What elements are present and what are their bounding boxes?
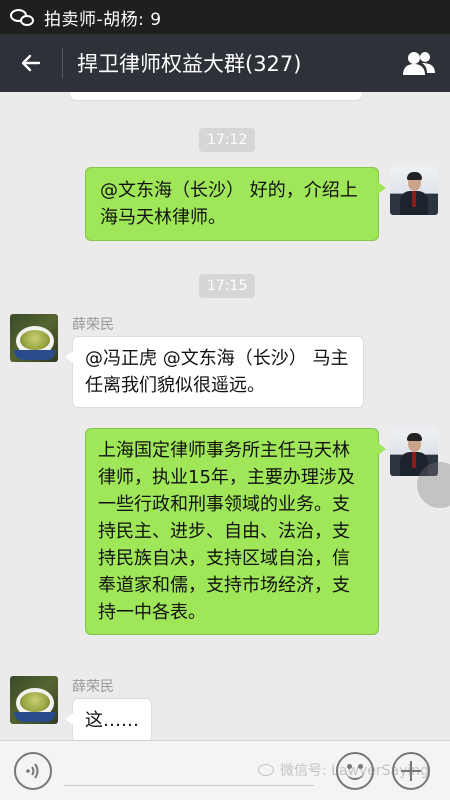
sender-name: 薛荣民: [72, 317, 114, 333]
message-input[interactable]: [64, 785, 314, 786]
emoji-button[interactable]: [336, 752, 374, 790]
timestamp: 17:15: [199, 274, 256, 298]
group-members-button[interactable]: [388, 34, 450, 92]
message-bubble-incoming[interactable]: 这……: [65, 698, 152, 740]
avatar[interactable]: [10, 676, 58, 724]
avatar[interactable]: [10, 314, 58, 362]
message-bubble-incoming[interactable]: @冯正虎 @文东海（长沙） 马主任离我们貌似很遥远。: [65, 336, 364, 408]
arrow-left-icon: [21, 54, 41, 72]
status-bar: 拍卖师-胡杨: 9: [0, 0, 450, 34]
chat-title: 捍卫律师权益大群(327): [77, 52, 302, 76]
more-button[interactable]: [392, 752, 430, 790]
input-bar: 微信号: LawyerSaying: [0, 740, 450, 800]
message-bubble-outgoing[interactable]: @文东海（长沙） 好的，介绍上海马天林律师。: [85, 167, 386, 241]
voice-icon: [26, 763, 39, 779]
back-button[interactable]: [0, 34, 62, 92]
people-icon: [403, 52, 435, 75]
timestamp: 17:12: [199, 128, 256, 152]
message-bubble-outgoing[interactable]: 上海国定律师事务所主任马天林律师，执业15年，主要办理涉及一些行政和刑事领域的业…: [85, 428, 386, 635]
previous-message-bubble: [70, 92, 362, 100]
avatar[interactable]: [390, 167, 438, 215]
wechat-icon: [10, 7, 36, 27]
chat-header: 捍卫律师权益大群(327): [0, 34, 450, 92]
status-notification-text: 拍卖师-胡杨: 9: [44, 9, 162, 30]
sender-name: 薛荣民: [72, 679, 114, 695]
wechat-icon: [258, 764, 274, 776]
chat-area[interactable]: 17:12 @文东海（长沙） 好的，介绍上海马天林律师。 17:15 薛荣民 @…: [0, 92, 450, 740]
voice-button[interactable]: [14, 752, 52, 790]
header-divider: [62, 48, 63, 78]
